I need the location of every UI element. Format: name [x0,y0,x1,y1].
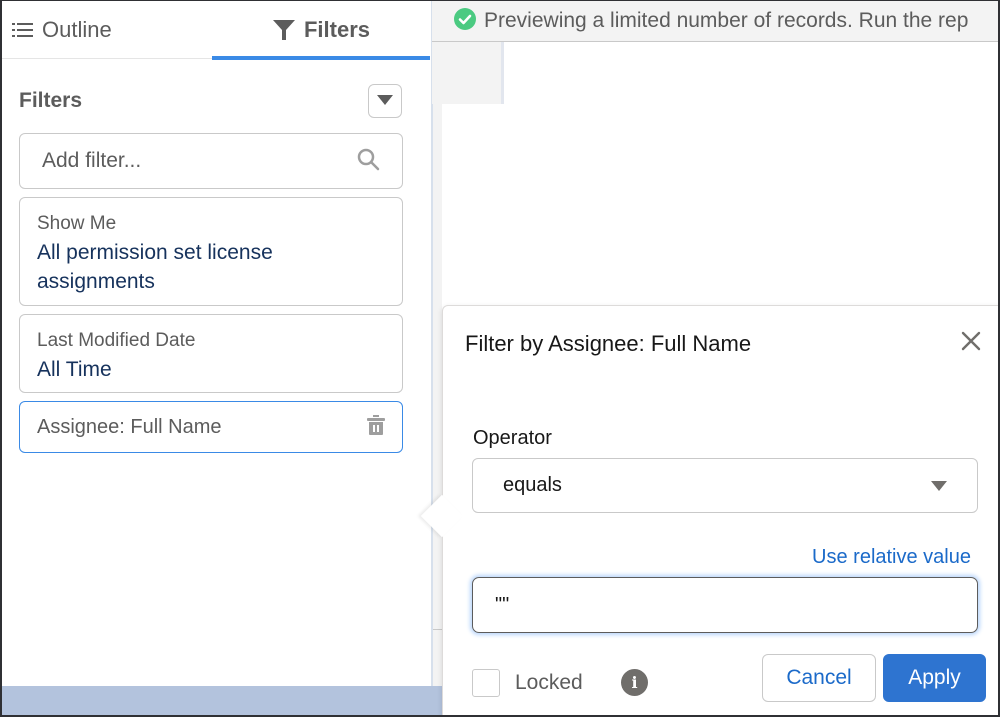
filter-value: All permission set license assignments [37,241,273,293]
filters-heading: Filters [19,89,83,112]
funnel-icon [272,18,296,42]
filter-value: All Time [37,358,112,381]
success-check-icon [454,7,476,35]
apply-button[interactable]: Apply [883,654,986,702]
operator-value: equals [503,474,562,496]
report-scrollbar[interactable] [432,104,442,686]
tab-outline[interactable]: Outline [12,1,202,59]
tab-filters[interactable]: Filters [212,1,430,60]
search-icon[interactable] [356,147,380,176]
filter-label: Last Modified Date [37,330,196,351]
filter-card-assignee-full-name[interactable]: Assignee: Full Name [19,401,403,453]
filter-value-input[interactable] [495,593,955,617]
sidebar-tabs: Outline Filters [2,1,430,60]
tab-outline-label: Outline [42,17,112,42]
add-filter-search[interactable] [19,133,403,189]
cancel-button[interactable]: Cancel [762,654,876,702]
filter-card-last-modified-date[interactable]: Last Modified Date All Time [19,314,403,393]
add-filter-input[interactable] [42,149,356,173]
filter-value-field[interactable] [472,577,978,633]
popover-title: Filter by Assignee: Full Name [465,331,752,356]
filter-card-show-me[interactable]: Show Me All permission set license assig… [19,197,403,306]
trash-icon[interactable] [367,414,385,440]
sidebar-footer-bar [2,686,442,717]
use-relative-value-link[interactable]: Use relative value [812,546,971,569]
preview-banner: Previewing a limited number of records. … [432,1,1000,42]
caret-down-icon [377,92,393,110]
operator-label: Operator [473,427,552,449]
locked-label: Locked [515,671,583,694]
info-icon[interactable]: i [621,669,648,696]
operator-select[interactable]: equals [472,458,978,513]
tab-filters-label: Filters [303,17,371,42]
filters-sidebar: Outline Filters Filters Show Me All perm… [2,1,432,717]
caret-down-icon [931,474,947,497]
filter-label: Assignee: Full Name [37,416,222,438]
filters-menu-button[interactable] [368,84,402,118]
preview-banner-text: Previewing a limited number of records. … [484,9,969,32]
list-icon [12,21,34,39]
locked-checkbox[interactable] [472,669,500,697]
report-grid-gutter [432,42,504,104]
close-button[interactable] [958,330,984,356]
close-icon [961,331,981,356]
filter-edit-popover: Filter by Assignee: Full Name Operator e… [442,305,1000,717]
filter-label: Show Me [37,213,117,234]
